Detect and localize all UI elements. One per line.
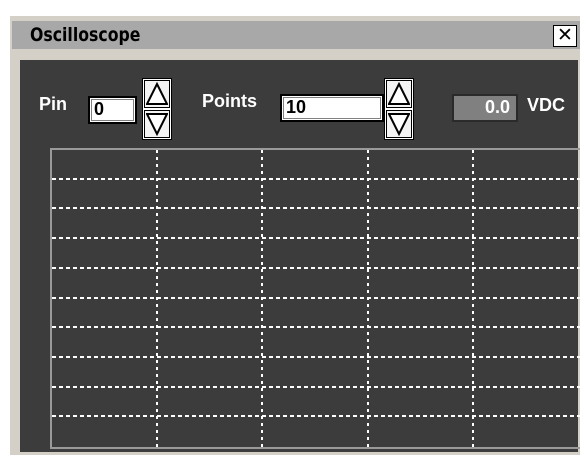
oscilloscope-panel: Pin 0 Points 10 0.0 VDC	[20, 60, 580, 452]
pin-label: Pin	[39, 94, 68, 114]
points-increment-button[interactable]	[386, 80, 412, 108]
scope-display	[50, 148, 580, 449]
points-stepper[interactable]	[384, 78, 414, 140]
points-label: Points	[202, 91, 258, 111]
oscilloscope-window: Oscilloscope ✕ Pin 0 Points 10 0.0 VDC	[8, 14, 580, 455]
title-bar[interactable]: Oscilloscope ✕	[12, 21, 580, 49]
close-button[interactable]: ✕	[553, 25, 577, 47]
points-decrement-button[interactable]	[386, 110, 412, 138]
voltage-unit-label: VDC	[527, 95, 566, 115]
pin-decrement-button[interactable]	[144, 110, 170, 138]
close-icon: ✕	[557, 25, 573, 46]
arrow-down-icon	[388, 113, 410, 136]
arrow-down-icon	[146, 113, 168, 136]
window-title: Oscilloscope	[30, 24, 141, 46]
scope-grid	[52, 150, 580, 447]
arrow-up-icon	[146, 82, 168, 105]
arrow-up-icon	[388, 82, 410, 105]
pin-increment-button[interactable]	[144, 80, 170, 108]
voltage-readout: 0.0	[452, 94, 518, 122]
pin-stepper[interactable]	[142, 78, 172, 140]
pin-input[interactable]: 0	[88, 96, 137, 124]
points-input[interactable]: 10	[280, 94, 384, 122]
